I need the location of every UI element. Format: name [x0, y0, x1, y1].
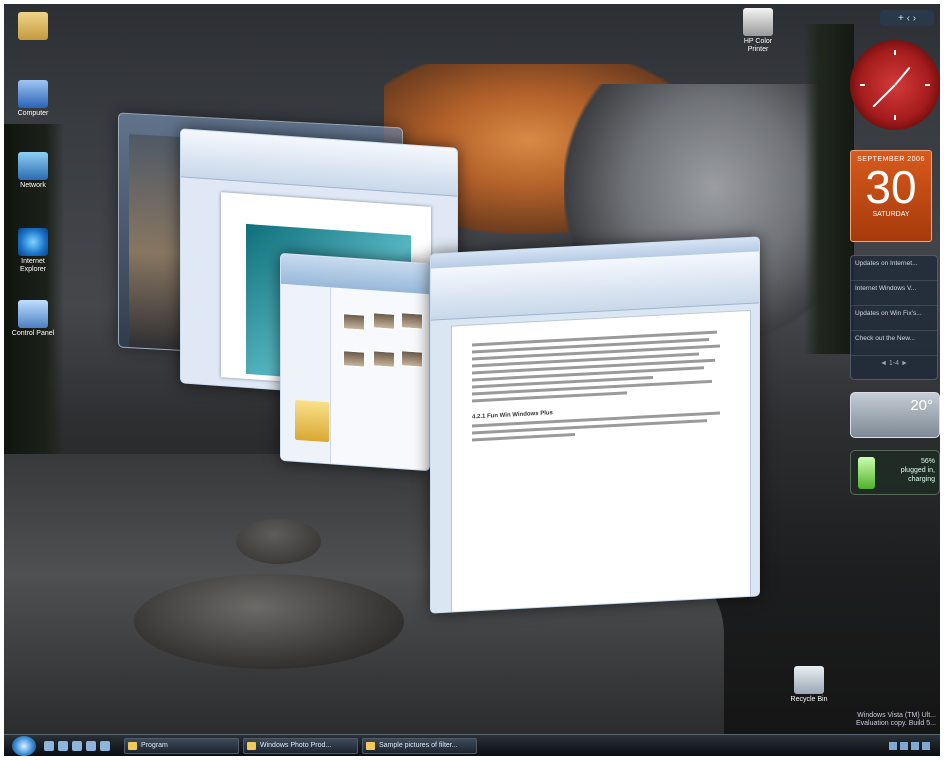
calendar-day: 30 — [865, 161, 917, 213]
feed-item[interactable]: Updates on Win Fix's... — [851, 306, 937, 331]
flip3d-window-explorer[interactable] — [280, 252, 430, 472]
taskbar: Program Windows Photo Prod... Sample pic… — [4, 734, 940, 756]
photo-thumbnail — [401, 312, 423, 330]
taskbar-button[interactable]: Sample pictures of filter... — [362, 737, 477, 754]
small-rock — [236, 519, 321, 564]
weather-gadget[interactable]: 20° — [850, 392, 940, 438]
desktop-icon-printer[interactable]: HP Color Printer — [733, 8, 783, 54]
volume-tray-icon[interactable] — [900, 741, 908, 750]
internet-explorer-icon — [18, 228, 48, 256]
computer-icon — [18, 80, 48, 108]
desktop-icon-control-panel[interactable]: Control Panel — [8, 300, 58, 338]
folder-icon — [18, 12, 48, 40]
build-watermark: Windows Vista (TM) Ult... Evaluation cop… — [855, 712, 936, 727]
show-desktop-icon[interactable] — [44, 740, 54, 751]
clock-tick — [925, 84, 930, 86]
sidebar-controls[interactable]: + ‹ › — [880, 10, 934, 26]
battery-percent: 56% — [920, 458, 935, 465]
start-button[interactable] — [12, 735, 36, 756]
feed-headlines-gadget[interactable]: Updates on Internet... Internet Windows … — [850, 255, 938, 380]
photo-thumbnail — [401, 350, 423, 368]
recycle-bin-icon — [794, 666, 824, 694]
folder-icon[interactable] — [100, 740, 110, 751]
switch-windows-icon[interactable] — [58, 740, 68, 751]
control-panel-icon — [18, 300, 48, 328]
power-tray-icon[interactable] — [911, 741, 919, 750]
calendar-gadget[interactable]: SEPTEMBER 2006 30 SATURDAY — [850, 150, 932, 242]
folder-icon — [295, 399, 329, 443]
photo-thumbnail — [373, 350, 395, 368]
taskbar-button[interactable]: Windows Photo Prod... — [243, 737, 358, 754]
feed-item[interactable]: Check out the New... — [851, 331, 937, 356]
internet-explorer-icon[interactable] — [72, 740, 82, 751]
battery-status: plugged in, charging — [900, 467, 935, 483]
feed-item[interactable]: Internet Windows V... — [851, 281, 937, 306]
clock-gadget[interactable] — [850, 40, 940, 130]
feed-item[interactable]: Updates on Internet... — [851, 256, 937, 281]
battery-gadget[interactable]: 56% plugged in, charging — [850, 450, 940, 495]
weather-temperature: 20° — [910, 397, 933, 414]
desktop-icon-internet-explorer[interactable]: Internet Explorer — [8, 228, 58, 274]
calendar-weekday: SATURDAY — [872, 211, 910, 218]
quick-launch — [44, 740, 110, 751]
feed-pager[interactable]: ◄ 1-4 ► — [851, 356, 937, 367]
printer-icon — [743, 8, 773, 36]
text-line — [472, 433, 576, 442]
desktop-icon-recycle-bin[interactable]: Recycle Bin — [784, 666, 834, 704]
system-tray — [889, 741, 930, 750]
photo-thumbnail — [343, 350, 365, 368]
text-line — [472, 419, 707, 435]
flip3d-window-word[interactable]: 4.2.1 Fun Win Windows Plus — [430, 236, 760, 614]
desktop-icon-computer[interactable]: Computer — [8, 80, 58, 118]
clock-tick — [894, 115, 896, 120]
right-trees — [804, 24, 854, 354]
network-icon — [18, 152, 48, 180]
desktop-icon-network[interactable]: Network — [8, 152, 58, 190]
photo-thumbnail — [343, 313, 365, 331]
network-tray-icon[interactable] — [889, 741, 897, 750]
taskbar-button[interactable]: Program — [124, 737, 239, 754]
desktop-icon-user-folder[interactable] — [8, 12, 58, 42]
clock-minute-hand — [872, 84, 896, 108]
battery-icon — [858, 457, 875, 489]
clock-tick — [860, 84, 865, 86]
document-page: 4.2.1 Fun Win Windows Plus — [451, 309, 751, 614]
large-rock — [134, 574, 404, 669]
sidebar-controls-label[interactable]: + ‹ › — [898, 13, 916, 24]
media-player-icon[interactable] — [86, 740, 96, 751]
clock-tick — [894, 50, 896, 55]
photo-thumbnail — [373, 312, 395, 330]
security-tray-icon[interactable] — [922, 741, 930, 750]
clock-hour-hand — [894, 66, 911, 86]
